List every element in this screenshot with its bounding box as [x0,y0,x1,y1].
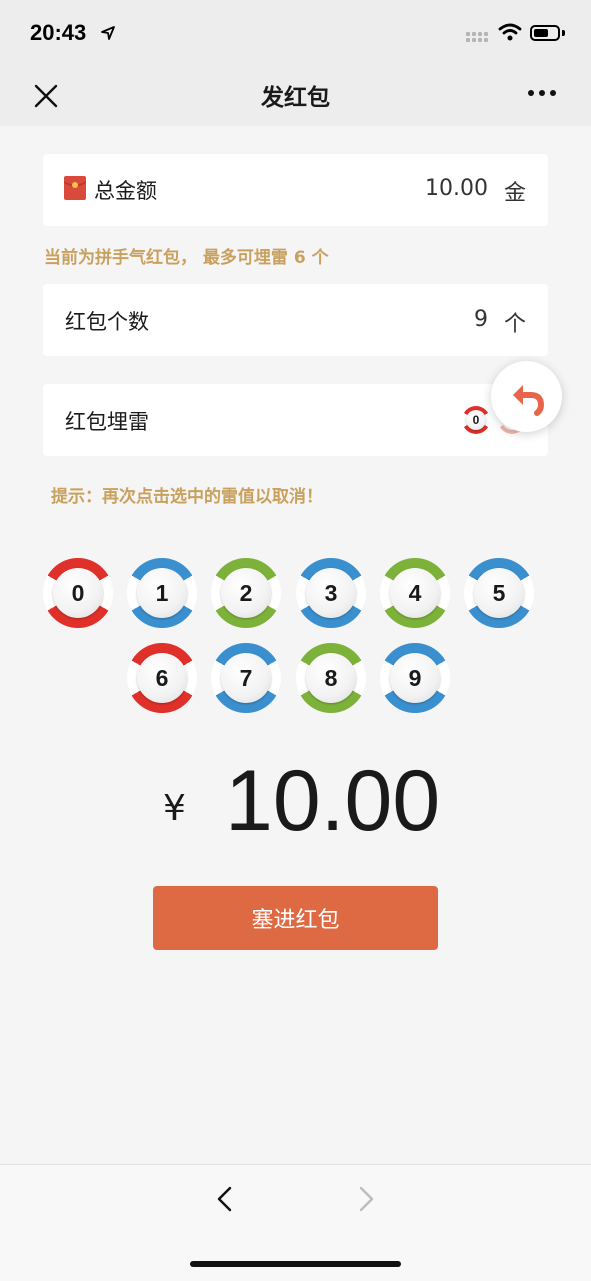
undo-arrow-icon [512,384,544,416]
envelope-count-input[interactable]: 9 [440,307,488,332]
location-arrow-icon [100,25,116,45]
wifi-icon [498,22,522,46]
mine-ball-1[interactable]: 1 [127,558,197,628]
submit-button[interactable]: 塞进红包 [153,886,438,950]
mine-ball-8[interactable]: 8 [296,643,366,713]
mine-ball-5[interactable]: 5 [464,558,534,628]
cellular-signal-icon [466,32,490,42]
forward-arrow-icon[interactable] [355,1184,377,1218]
red-envelope-icon [63,176,87,204]
mine-ball-2[interactable]: 2 [211,558,281,628]
mine-ball-4[interactable]: 4 [380,558,450,628]
mine-ball-3[interactable]: 3 [296,558,366,628]
status-time: 20:43 [30,20,87,45]
home-indicator [190,1261,401,1267]
selected-mine-ball[interactable]: 0 [462,406,490,434]
hint-max-mines: 当前为拼手气红包， 最多可埋雷 6 个 [44,248,329,268]
mine-ball-0[interactable]: 0 [43,558,113,628]
currency-symbol: ¥ [163,788,186,829]
battery-icon [530,25,560,41]
mine-ball-7[interactable]: 7 [211,643,281,713]
total-amount-label: 总金额 [94,179,157,203]
hint-cancel-tip: 提示：再次点击选中的雷值以取消！ [51,487,323,507]
total-amount-input[interactable]: 10.00 [400,176,488,201]
mine-ball-6[interactable]: 6 [127,643,197,713]
more-options-icon[interactable] [528,90,556,96]
back-arrow-icon[interactable] [214,1184,236,1218]
undo-button[interactable] [491,361,562,432]
total-amount-unit: 金 [504,181,527,206]
amount-display: 10.00 [225,753,441,849]
envelope-count-unit: 个 [504,312,527,337]
envelope-count-label: 红包个数 [65,310,149,334]
mine-label: 红包埋雷 [65,410,149,434]
battery-tip [562,30,565,36]
page-title: 发红包 [261,85,330,111]
mine-ball-9[interactable]: 9 [380,643,450,713]
